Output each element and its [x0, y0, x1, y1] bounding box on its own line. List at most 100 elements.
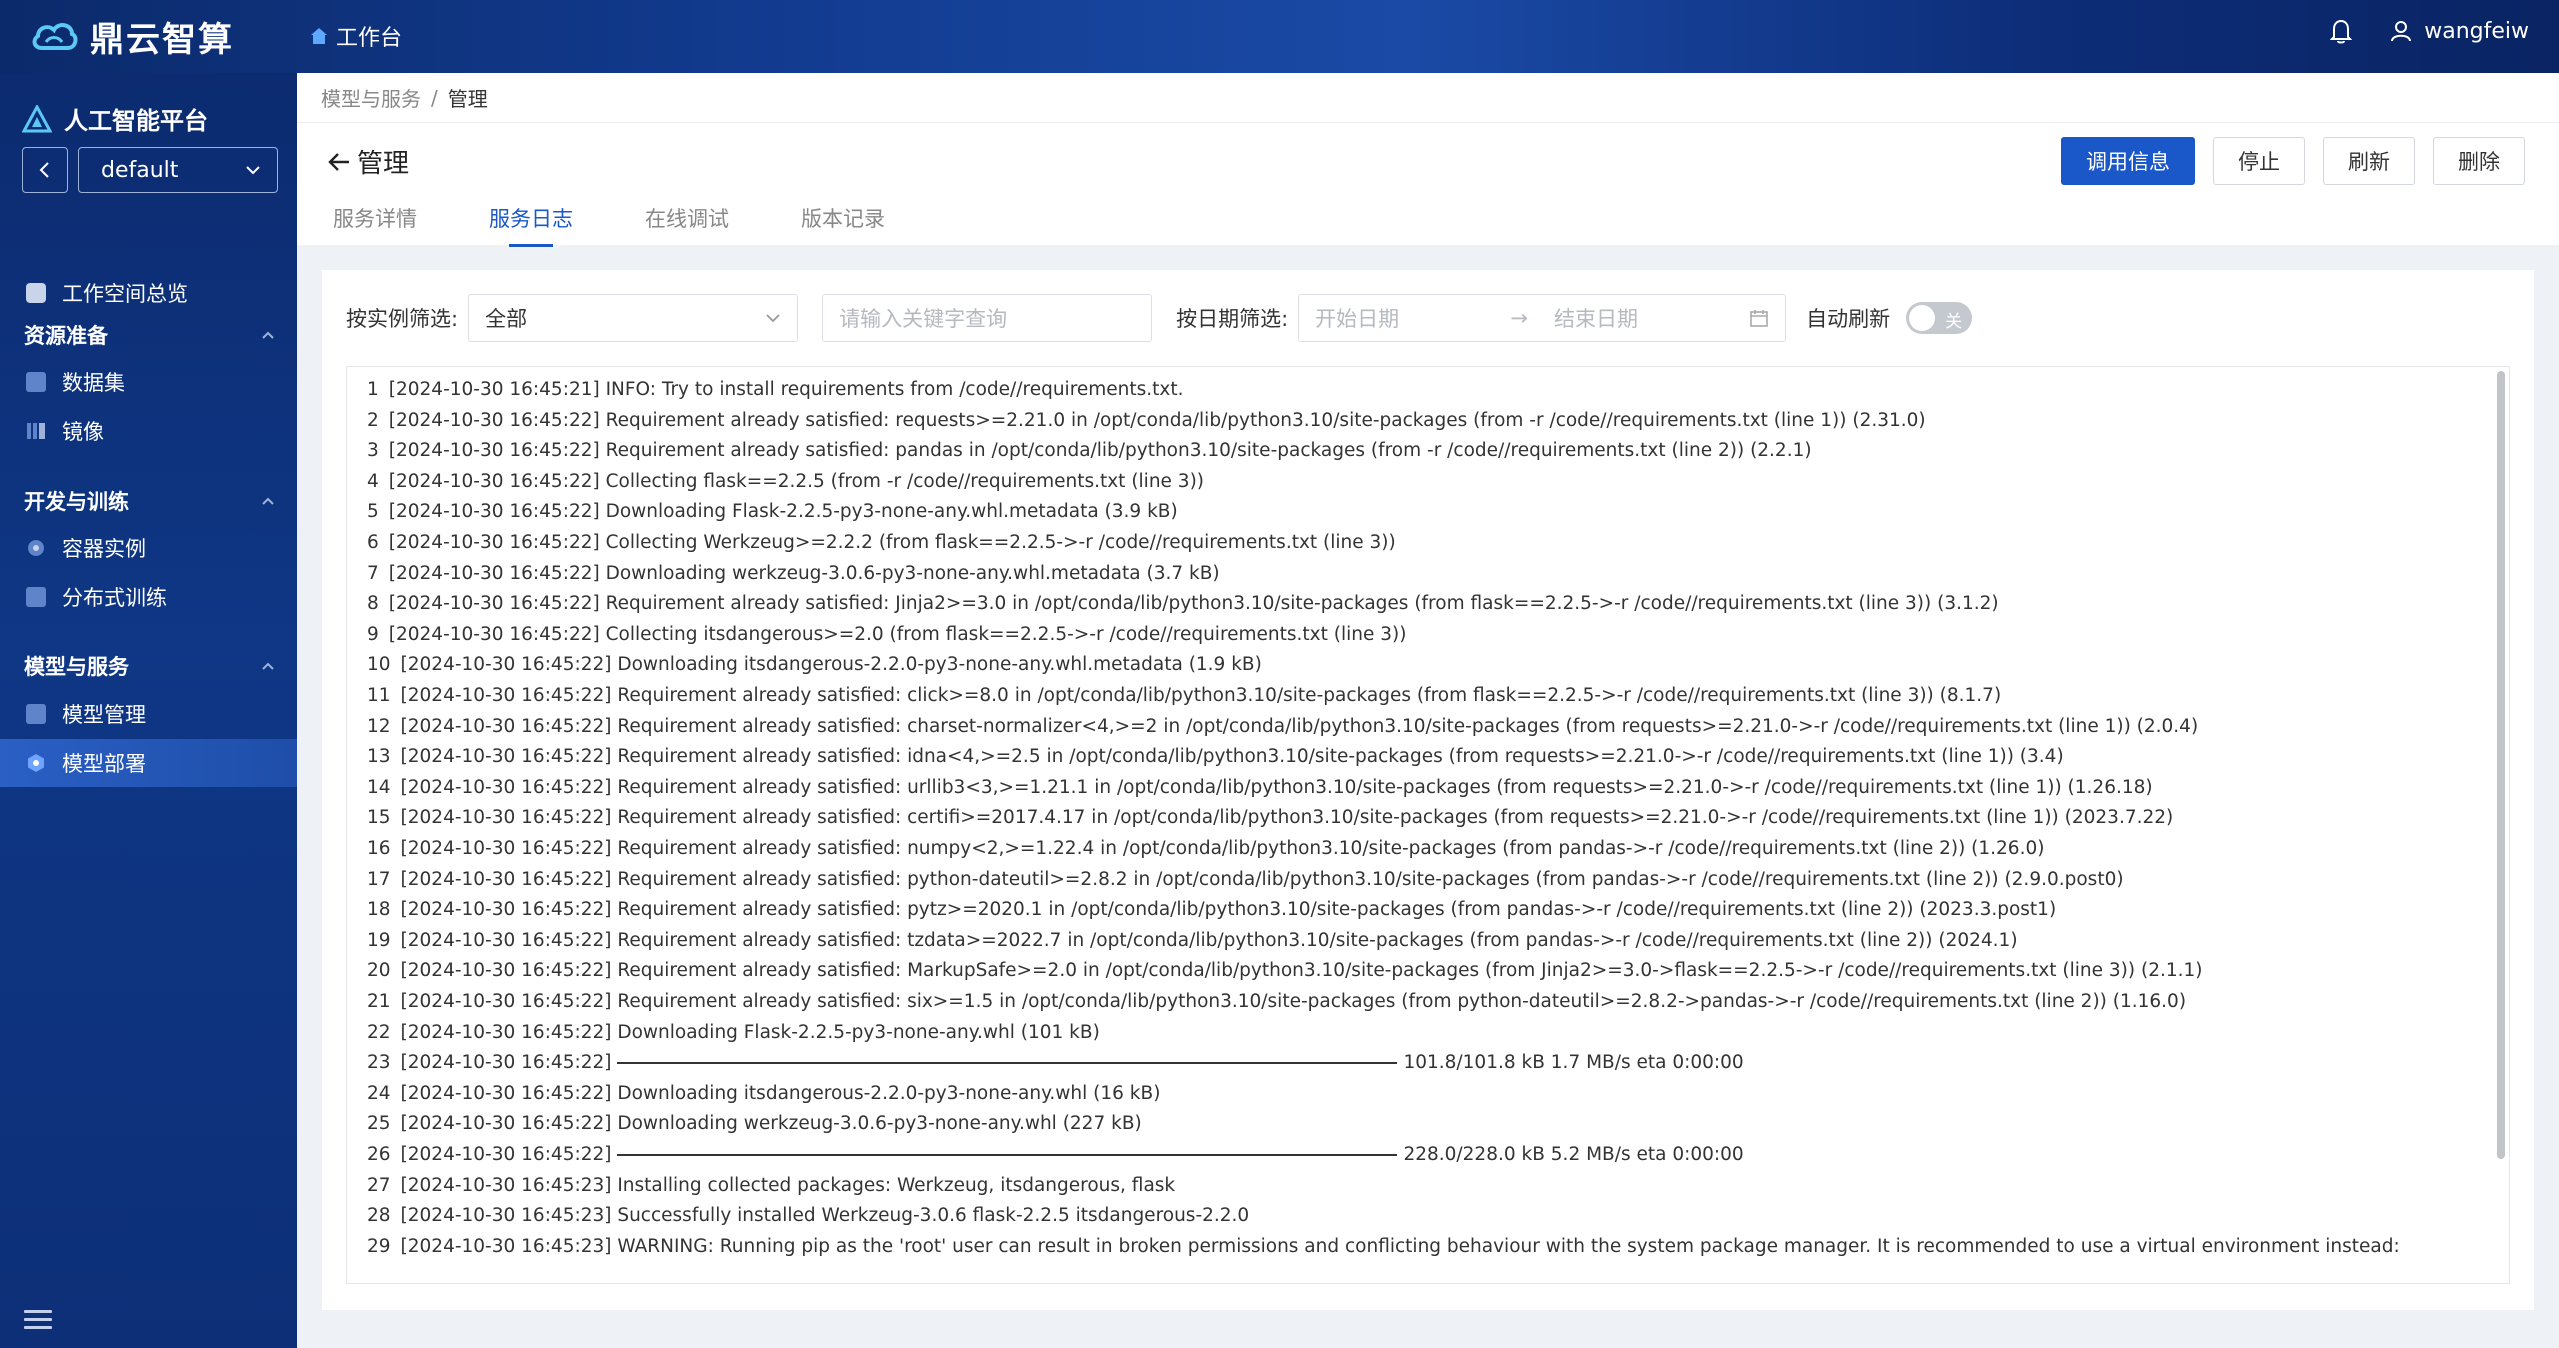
breadcrumb-current: 管理	[447, 87, 488, 111]
breadcrumb-parent[interactable]: 模型与服务	[321, 83, 421, 112]
sidebar-item-distributed-training[interactable]: 分布式训练	[0, 573, 297, 621]
log-line: 2 [2024-10-30 16:45:22] Requirement alrea…	[367, 406, 1926, 436]
filter-bar: 按实例筛选: 全部 请输入关键字查询 按日期筛选: 开始日期 → 结束日期 自动…	[346, 294, 1973, 342]
workspace-value: default	[101, 157, 179, 183]
delete-button[interactable]: 删除	[2433, 137, 2525, 185]
end-date-placeholder[interactable]: 结束日期	[1554, 303, 1638, 333]
log-line-text: [2024-10-30 16:45:23] WARNING: Running p…	[400, 1235, 2400, 1257]
arrow-left-icon[interactable]	[327, 151, 351, 173]
start-date-placeholder[interactable]: 开始日期	[1315, 303, 1399, 333]
home-icon	[311, 28, 327, 44]
sidebar-item-images[interactable]: 镜像	[0, 407, 297, 455]
log-line: 15 [2024-10-30 16:45:22] Requirement alre…	[367, 803, 2173, 833]
log-line: 9 [2024-10-30 16:45:22] Collecting itsdan…	[367, 620, 1406, 650]
log-line: 22 [2024-10-30 16:45:22] Downloading Flas…	[367, 1018, 1100, 1048]
log-line-text: [2024-10-30 16:45:22] Requirement alread…	[400, 960, 2203, 982]
nav-group-title: 开发与训练	[24, 490, 129, 514]
platform-name: 人工智能平台	[64, 107, 208, 135]
log-line-number: 13	[367, 746, 391, 768]
log-line: 16 [2024-10-30 16:45:22] Requirement alre…	[367, 834, 2044, 864]
date-range-picker[interactable]: 开始日期 → 结束日期	[1298, 294, 1787, 342]
refresh-button[interactable]: 刷新	[2323, 137, 2415, 185]
tab-version-history[interactable]: 版本记录	[801, 203, 885, 247]
sidebar-item-overview[interactable]: 工作空间总览	[0, 269, 297, 317]
log-line-text: [2024-10-30 16:45:22] Requirement alread…	[388, 593, 1999, 615]
auto-refresh-toggle[interactable]: 关	[1906, 302, 1973, 334]
nav-group-models-services[interactable]: 模型与服务	[0, 646, 297, 686]
log-line-number: 27	[367, 1174, 391, 1196]
log-viewer[interactable]: 1 [2024-10-30 16:45:21] INFO: Try to inst…	[346, 366, 2510, 1284]
log-line: 18 [2024-10-30 16:45:22] Requirement alre…	[367, 895, 2056, 925]
log-line: 20 [2024-10-30 16:45:22] Requirement alre…	[367, 956, 2203, 986]
log-line-number: 8	[367, 593, 379, 615]
log-line-text: [2024-10-30 16:45:22] Downloading werkze…	[400, 1113, 1142, 1135]
bell-icon[interactable]	[2330, 18, 2353, 44]
chevron-up-icon	[262, 497, 274, 505]
tab-service-details[interactable]: 服务详情	[333, 203, 417, 247]
sidebar-item-label: 模型管理	[62, 703, 146, 727]
progress-bar	[617, 1062, 1398, 1065]
log-line-number: 22	[367, 1021, 391, 1043]
log-line-text: [2024-10-30 16:45:22] Requirement alread…	[400, 929, 2018, 951]
log-line: 29 [2024-10-30 16:45:23] WARNING: Running…	[367, 1232, 2400, 1262]
log-line: 17 [2024-10-30 16:45:22] Requirement alre…	[367, 865, 2124, 895]
log-line-text: [2024-10-30 16:45:22] Requirement alread…	[400, 746, 2064, 768]
menu-toggle-icon[interactable]	[24, 1305, 52, 1334]
platform-title: 人工智能平台	[22, 101, 208, 136]
sidebar-item-model-management[interactable]: 模型管理	[0, 690, 297, 738]
log-line: 12 [2024-10-30 16:45:22] Requirement alre…	[367, 712, 2198, 742]
log-line-number: 18	[367, 899, 391, 921]
log-line-number: 24	[367, 1082, 391, 1104]
instance-select[interactable]: 全部	[468, 294, 799, 342]
log-line-number: 12	[367, 715, 391, 737]
log-panel: 按实例筛选: 全部 请输入关键字查询 按日期筛选: 开始日期 → 结束日期 自动…	[322, 270, 2534, 1310]
log-line-number: 11	[367, 685, 391, 706]
user-icon	[2391, 21, 2412, 42]
log-line-number: 15	[367, 807, 391, 829]
back-button[interactable]	[22, 147, 68, 193]
log-line-text: [2024-10-30 16:45:22] Requirement alread…	[400, 685, 2002, 706]
log-scrollbar[interactable]	[2497, 371, 2505, 1159]
log-line-text: [2024-10-30 16:45:22] Requirement alread…	[400, 776, 2153, 798]
workspace-select[interactable]: default	[78, 147, 278, 193]
nav-group-resources[interactable]: 资源准备	[0, 315, 297, 355]
log-line: 1 [2024-10-30 16:45:21] INFO: Try to inst…	[367, 375, 1184, 405]
workbench-link[interactable]: 工作台	[310, 20, 402, 52]
page-title[interactable]: 管理	[327, 143, 409, 180]
log-line-text: [2024-10-30 16:45:22] Requirement alread…	[400, 715, 2199, 737]
log-line-text: [2024-10-30 16:45:22] Requirement alread…	[400, 838, 2045, 859]
sidebar-item-label: 镜像	[62, 420, 104, 444]
log-line: 4 [2024-10-30 16:45:22] Collecting flask=…	[367, 467, 1204, 497]
instance-select-value: 全部	[485, 307, 528, 331]
sidebar-item-containers[interactable]: 容器实例	[0, 524, 297, 572]
call-info-button[interactable]: 调用信息	[2061, 137, 2195, 185]
stop-button[interactable]: 停止	[2213, 137, 2305, 185]
platform-logo-icon	[22, 104, 52, 132]
log-line: 25 [2024-10-30 16:45:22] Downloading werk…	[367, 1109, 1142, 1139]
sidebar-item-model-deployment[interactable]: 模型部署	[0, 739, 297, 787]
log-line-text: [2024-10-30 16:45:22] Requirement alread…	[388, 440, 1812, 462]
user-menu[interactable]: wangfeiw	[2390, 19, 2529, 44]
keyword-search-input[interactable]: 请输入关键字查询	[822, 294, 1153, 342]
breadcrumb-separator: /	[431, 85, 438, 110]
log-line-text: [2024-10-30 16:45:21] INFO: Try to insta…	[388, 379, 1184, 400]
container-icon	[28, 540, 44, 556]
nav-group-dev-training[interactable]: 开发与训练	[0, 481, 297, 521]
log-line: 7 [2024-10-30 16:45:22] Downloading werkz…	[367, 559, 1220, 589]
log-line-progress-text: 101.8/101.8 kB 1.7 MB/s eta 0:00:00	[1403, 1052, 1744, 1074]
sidebar-item-label: 模型部署	[62, 752, 146, 776]
log-line-number: 17	[367, 868, 391, 890]
log-line-number: 25	[367, 1113, 391, 1135]
tab-online-debug[interactable]: 在线调试	[645, 203, 729, 247]
image-stack-icon	[27, 423, 45, 439]
keyword-placeholder: 请输入关键字查询	[839, 307, 1008, 331]
brand-logo[interactable]: 鼎云智算	[30, 14, 234, 60]
log-line: 23 [2024-10-30 16:45:22] 101.8/101.8 kB 1.…	[367, 1048, 1744, 1078]
log-line-number: 6	[367, 532, 379, 553]
tab-service-logs[interactable]: 服务日志	[489, 203, 573, 247]
log-line-text: [2024-10-30 16:45:22] Collecting flask==…	[388, 470, 1205, 492]
username: wangfeiw	[2424, 18, 2529, 44]
model-icon	[26, 704, 46, 724]
sidebar-item-datasets[interactable]: 数据集	[0, 358, 297, 406]
log-line-text: [2024-10-30 16:45:22] Requirement alread…	[400, 991, 2187, 1012]
